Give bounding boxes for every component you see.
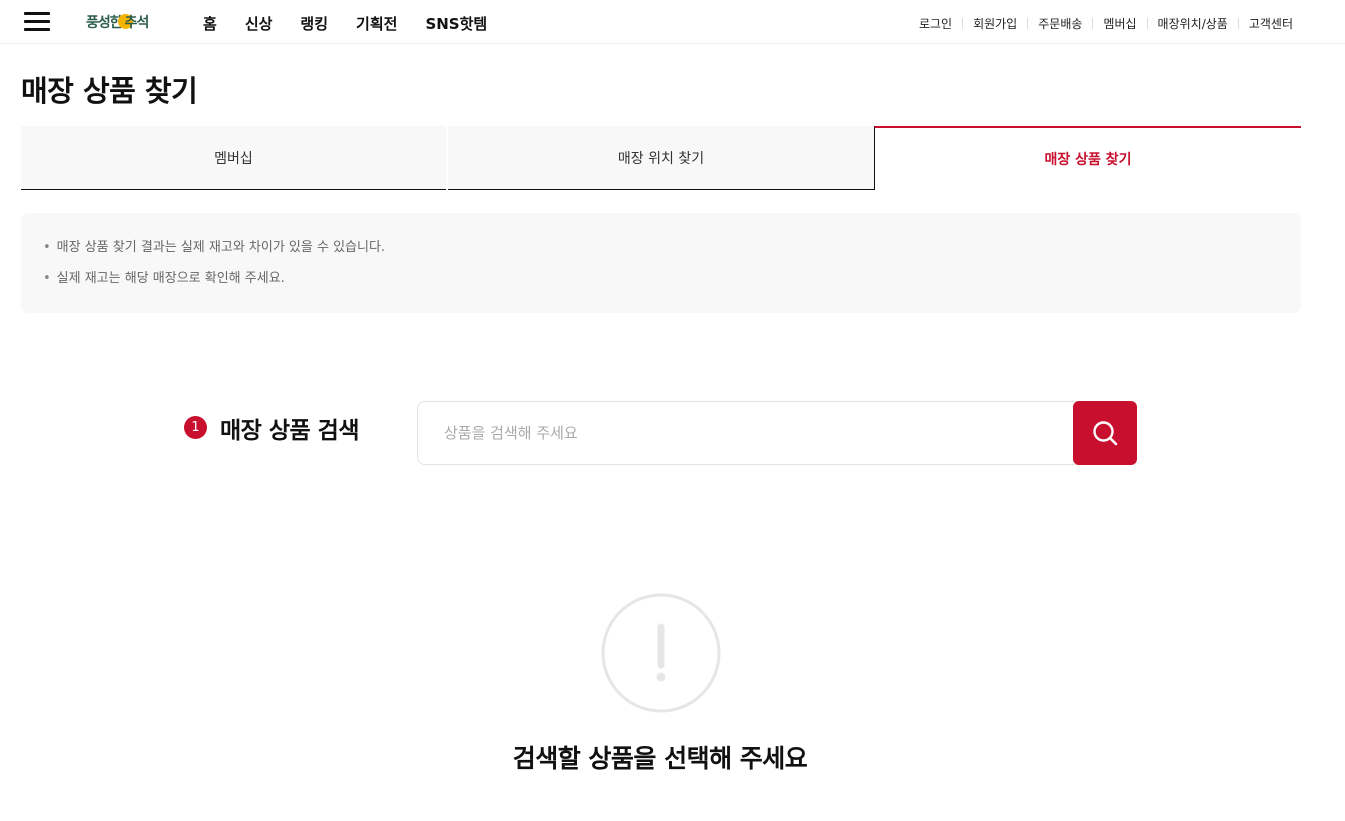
nav-ranking[interactable]: 랭킹 [300, 13, 328, 34]
tab-store-location[interactable]: 매장 위치 찾기 [448, 126, 874, 190]
page-title: 매장 상품 찾기 [21, 74, 198, 108]
empty-state-message: 검색할 상품을 선택해 주세요 [512, 744, 808, 773]
divider [1092, 18, 1094, 29]
order-tracking-link[interactable]: 주문배송 [1038, 15, 1082, 32]
main-nav: 홈 신상 랭킹 기획전 SNS핫템 [203, 13, 515, 34]
tab-membership[interactable]: 멤버십 [21, 126, 446, 190]
logo[interactable]: 풍성한 추석 [86, 12, 150, 32]
search-field [417, 401, 1077, 465]
hamburger-icon[interactable] [24, 11, 50, 33]
notice-box: 매장 상품 찾기 결과는 실제 재고와 차이가 있을 수 있습니다. 실제 재고… [21, 213, 1301, 313]
tab-bar: 멤버십 매장 위치 찾기 매장 상품 찾기 [21, 126, 1301, 190]
login-link[interactable]: 로그인 [919, 15, 952, 32]
step-number-badge: 1 [184, 416, 207, 439]
membership-link[interactable]: 멤버십 [1103, 15, 1136, 32]
divider [1237, 18, 1239, 29]
divider [962, 18, 964, 29]
divider [1146, 18, 1148, 29]
utility-nav: 로그인 회원가입 주문배송 멤버십 매장위치/상품 고객센터 [919, 15, 1293, 32]
search-section-title: 매장 상품 검색 [220, 418, 359, 444]
customer-center-link[interactable]: 고객센터 [1249, 15, 1293, 32]
signup-link[interactable]: 회원가입 [973, 15, 1017, 32]
search-button[interactable] [1073, 401, 1137, 465]
exclamation-circle-icon [601, 593, 721, 713]
logo-text-1: 풍성한 [86, 15, 123, 31]
notice-item: 실제 재고는 해당 매장으로 확인해 주세요. [43, 270, 1301, 288]
nav-sns[interactable]: SNS핫템 [425, 13, 487, 34]
nav-new[interactable]: 신상 [245, 13, 273, 34]
nav-home[interactable]: 홈 [203, 13, 217, 34]
divider [1027, 18, 1029, 29]
nav-event[interactable]: 기획전 [356, 13, 397, 34]
store-location-link[interactable]: 매장위치/상품 [1158, 15, 1228, 32]
notice-item: 매장 상품 찾기 결과는 실제 재고와 차이가 있을 수 있습니다. [43, 239, 1301, 257]
search-icon [1093, 421, 1118, 446]
search-input[interactable] [442, 402, 1046, 464]
tab-store-product[interactable]: 매장 상품 찾기 [874, 126, 1301, 190]
site-header: 풍성한 추석 홈 신상 랭킹 기획전 SNS핫템 로그인 회원가입 주문배송 멤버… [0, 0, 1345, 44]
logo-text-2: 추석 [124, 15, 150, 31]
